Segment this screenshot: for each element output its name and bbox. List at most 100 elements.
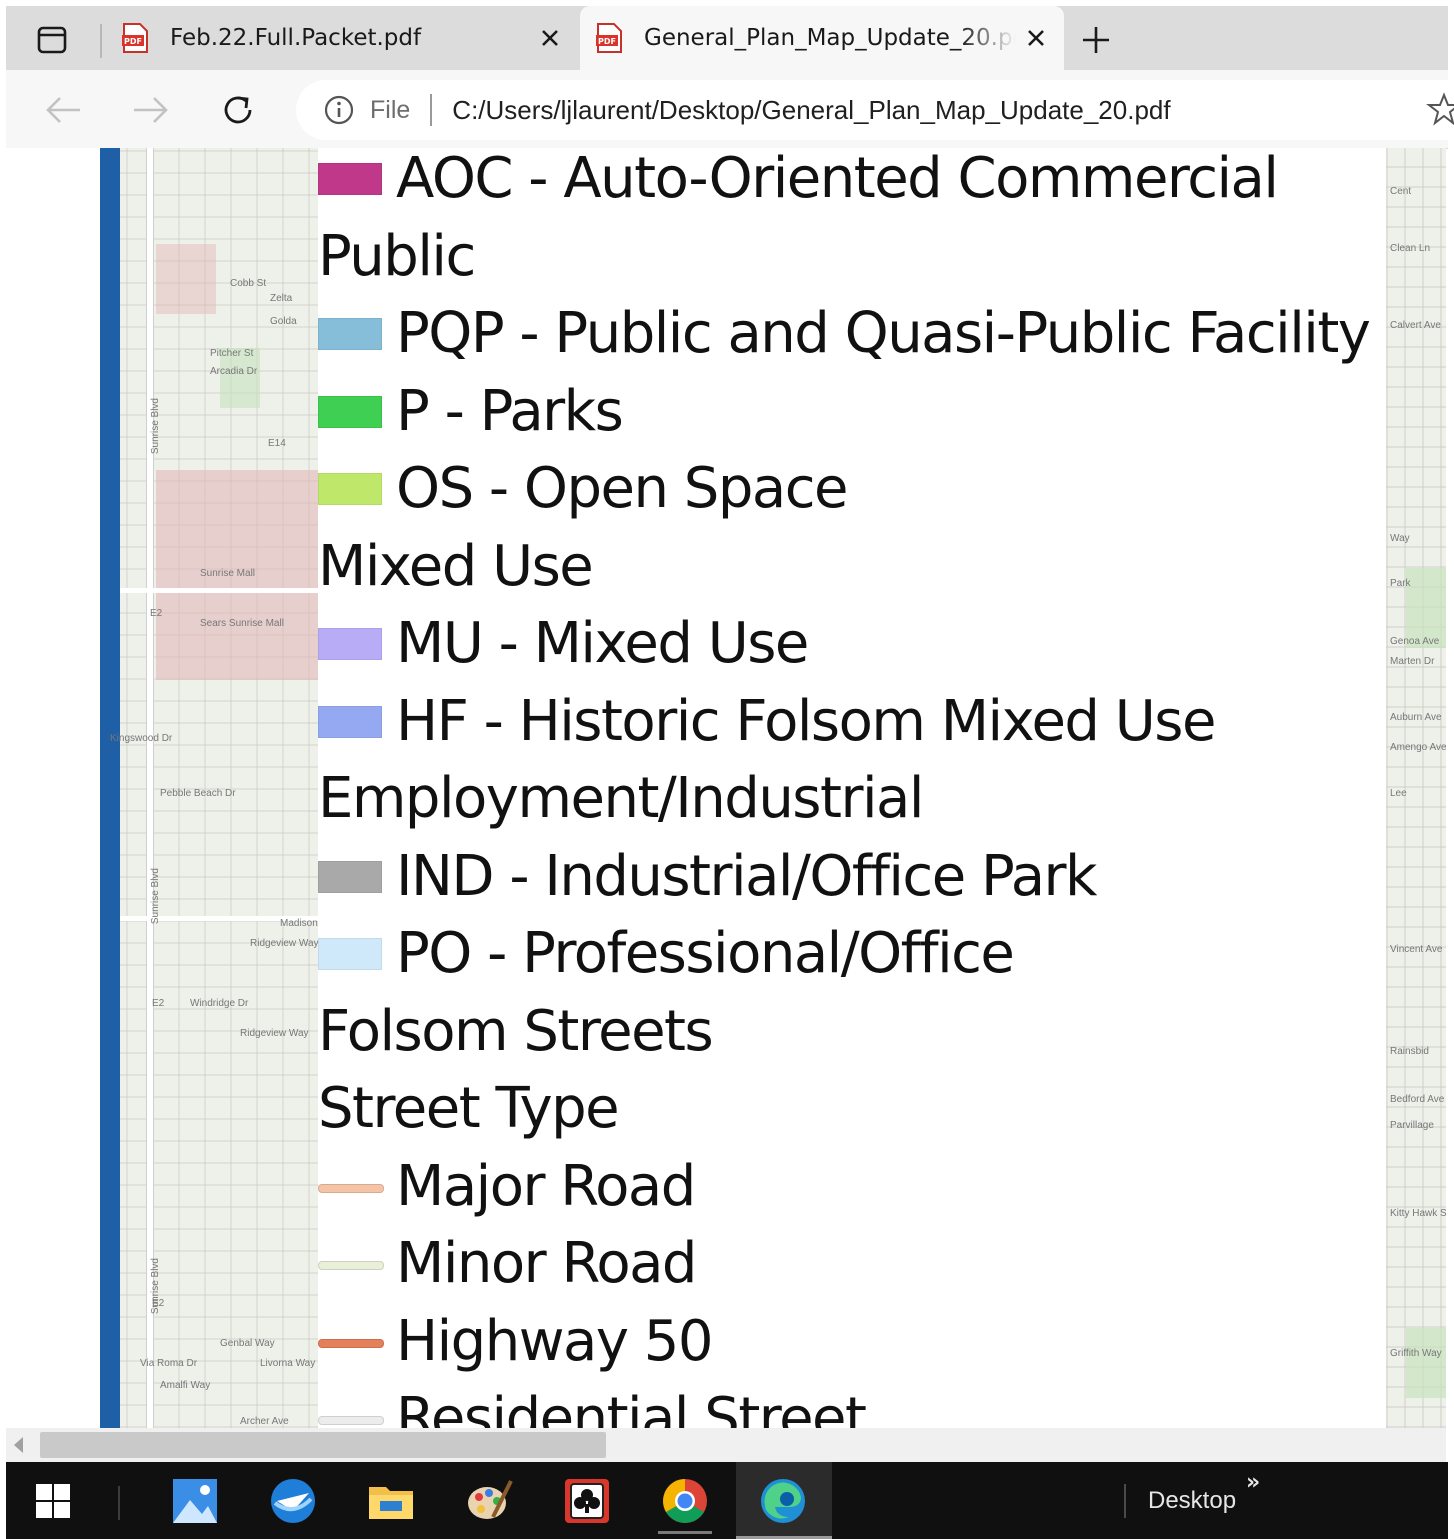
scrollbar-thumb[interactable] xyxy=(40,1432,606,1458)
map-street-label: E2 xyxy=(152,1298,165,1309)
taskbar: Desktop » xyxy=(6,1462,1448,1539)
tab-title: General_Plan_Map_Update_20.pdf xyxy=(644,25,1016,51)
map-street-label: Lee xyxy=(1390,788,1407,799)
legend-label: OS - Open Space xyxy=(396,456,848,521)
map-street-label: Livorna Way xyxy=(260,1358,316,1369)
legend-heading-text: Mixed Use xyxy=(318,533,594,599)
legend-item: OS - Open Space xyxy=(318,450,848,528)
legend-label: Minor Road xyxy=(396,1231,697,1296)
pdf-icon: PDF xyxy=(596,23,622,53)
legend-item: Residential Street xyxy=(318,1380,867,1429)
tab-close-button[interactable] xyxy=(530,18,570,58)
map-street-label: Ridgeview Way xyxy=(240,1028,309,1039)
toolbar-overflow-chevron[interactable]: » xyxy=(1246,1470,1260,1495)
map-area xyxy=(156,244,216,314)
map-strip-left: Cobb St Zelta Golda Pitcher St Arcadia Dr E14… xyxy=(100,148,319,1428)
legend-swatch xyxy=(318,705,382,738)
taskbar-chrome[interactable] xyxy=(652,1468,718,1534)
desktop-toolbar[interactable]: Desktop xyxy=(1124,1462,1236,1539)
legend-label: IND - Industrial/Office Park xyxy=(396,843,1097,909)
map-street-label: Auburn Ave xyxy=(1390,712,1442,723)
tab-separator xyxy=(100,24,102,58)
favorite-button[interactable] xyxy=(1426,92,1454,128)
refresh-icon xyxy=(224,96,252,124)
taskbar-photos[interactable] xyxy=(162,1468,228,1534)
legend-item: PO - Professional/Office xyxy=(318,915,1015,993)
legend-item: MU - Mixed Use xyxy=(318,605,809,683)
legend-line-swatch xyxy=(318,1248,384,1280)
tab-actions-icon xyxy=(37,26,67,54)
map-street-label: Rainsbid xyxy=(1390,1046,1429,1057)
legend-line-swatch xyxy=(318,1403,384,1428)
legend-line-stroke xyxy=(318,1261,384,1270)
map-street-label: Bedford Ave xyxy=(1390,1094,1445,1105)
legend-item: IND - Industrial/Office Park xyxy=(318,838,1097,916)
map-street-label: Cent xyxy=(1390,186,1412,197)
map-street-label: Way xyxy=(1390,533,1410,544)
map-street-label: Sears Sunrise Mall xyxy=(200,618,284,629)
map-street-label: Sunrise Blvd xyxy=(150,868,161,925)
svg-text:PDF: PDF xyxy=(124,37,142,46)
legend-item: HF - Historic Folsom Mixed Use xyxy=(318,683,1216,761)
legend-label: Residential Street xyxy=(396,1386,867,1429)
legend-item: P - Parks xyxy=(318,373,624,451)
info-icon[interactable] xyxy=(322,93,356,127)
forward-button[interactable] xyxy=(128,88,172,132)
horizontal-scrollbar[interactable] xyxy=(6,1428,1446,1462)
map-street-label: Via Roma Dr xyxy=(140,1358,198,1369)
tab-feb22-packet[interactable]: PDF Feb.22.Full.Packet.pdf xyxy=(106,6,578,70)
close-icon xyxy=(1028,30,1044,46)
map-legend: AOC - Auto-Oriented Commercial Public PQP … xyxy=(318,148,1386,1428)
legend-heading: Public xyxy=(318,218,476,296)
map-street-label: Sunrise Blvd xyxy=(150,398,161,455)
close-icon xyxy=(542,30,558,46)
legend-item: AOC - Auto-Oriented Commercial xyxy=(318,148,1279,218)
refresh-button[interactable] xyxy=(216,88,260,132)
map-road xyxy=(120,588,318,593)
legend-swatch xyxy=(318,163,382,195)
back-button[interactable] xyxy=(42,88,86,132)
map-street-label: Parvillage xyxy=(1390,1120,1434,1131)
legend-swatch xyxy=(318,318,382,350)
svg-text:PDF: PDF xyxy=(598,37,616,46)
taskbar-thunderbird[interactable] xyxy=(260,1468,326,1534)
taskbar-edge[interactable] xyxy=(750,1468,816,1534)
map-street-label: Golda xyxy=(270,316,297,327)
taskbar-separator xyxy=(118,1486,120,1520)
map-boundary-line xyxy=(100,148,120,1428)
map-street-label: Windridge Dr xyxy=(190,998,249,1009)
new-tab-button[interactable] xyxy=(1074,18,1118,62)
map-street-label: Zelta xyxy=(270,293,293,304)
scroll-left-icon[interactable] xyxy=(14,1437,23,1453)
legend-heading: Employment/Industrial xyxy=(318,760,924,838)
star-icon xyxy=(1426,92,1454,126)
tab-general-plan-map[interactable]: PDF General_Plan_Map_Update_20.pdf xyxy=(580,6,1064,70)
palette-icon xyxy=(468,1480,513,1519)
start-button[interactable] xyxy=(20,1468,86,1534)
map-street-label: Pebble Beach Dr xyxy=(160,788,236,799)
legend-label: AOC - Auto-Oriented Commercial xyxy=(396,148,1279,211)
browser-toolbar: File C:/Users/ljlaurent/Desktop/General_… xyxy=(6,70,1454,149)
legend-item: Minor Road xyxy=(318,1225,697,1303)
legend-swatch xyxy=(318,628,382,660)
url-text[interactable]: C:/Users/ljlaurent/Desktop/General_Plan_… xyxy=(452,95,1170,126)
pdf-viewport[interactable]: Cobb St Zelta Golda Pitcher St Arcadia Dr E14… xyxy=(6,148,1446,1428)
map-street-label: Marten Dr xyxy=(1390,656,1435,667)
map-street-label: Cobb St xyxy=(230,278,267,289)
taskbar-solitaire[interactable] xyxy=(554,1468,620,1534)
taskbar-paint[interactable] xyxy=(456,1468,522,1534)
legend-line-stroke xyxy=(318,1338,384,1348)
map-street-label: Kingswood Dr xyxy=(110,733,173,744)
taskbar-file-explorer[interactable] xyxy=(358,1468,424,1534)
url-scheme-label: File xyxy=(370,95,411,124)
legend-line-stroke xyxy=(318,1416,384,1425)
address-bar[interactable]: File C:/Users/ljlaurent/Desktop/General_… xyxy=(296,80,1454,140)
tab-close-button[interactable] xyxy=(1016,18,1056,58)
map-street-label: Genbal Way xyxy=(220,1338,275,1349)
thunderbird-icon xyxy=(271,1479,315,1523)
address-separator xyxy=(430,94,433,126)
map-street-label: Calvert Ave xyxy=(1390,320,1441,331)
map-street-label: Griffith Way xyxy=(1390,1348,1442,1359)
tab-actions-button[interactable] xyxy=(30,20,74,60)
map-street-label: Madison xyxy=(280,918,318,929)
